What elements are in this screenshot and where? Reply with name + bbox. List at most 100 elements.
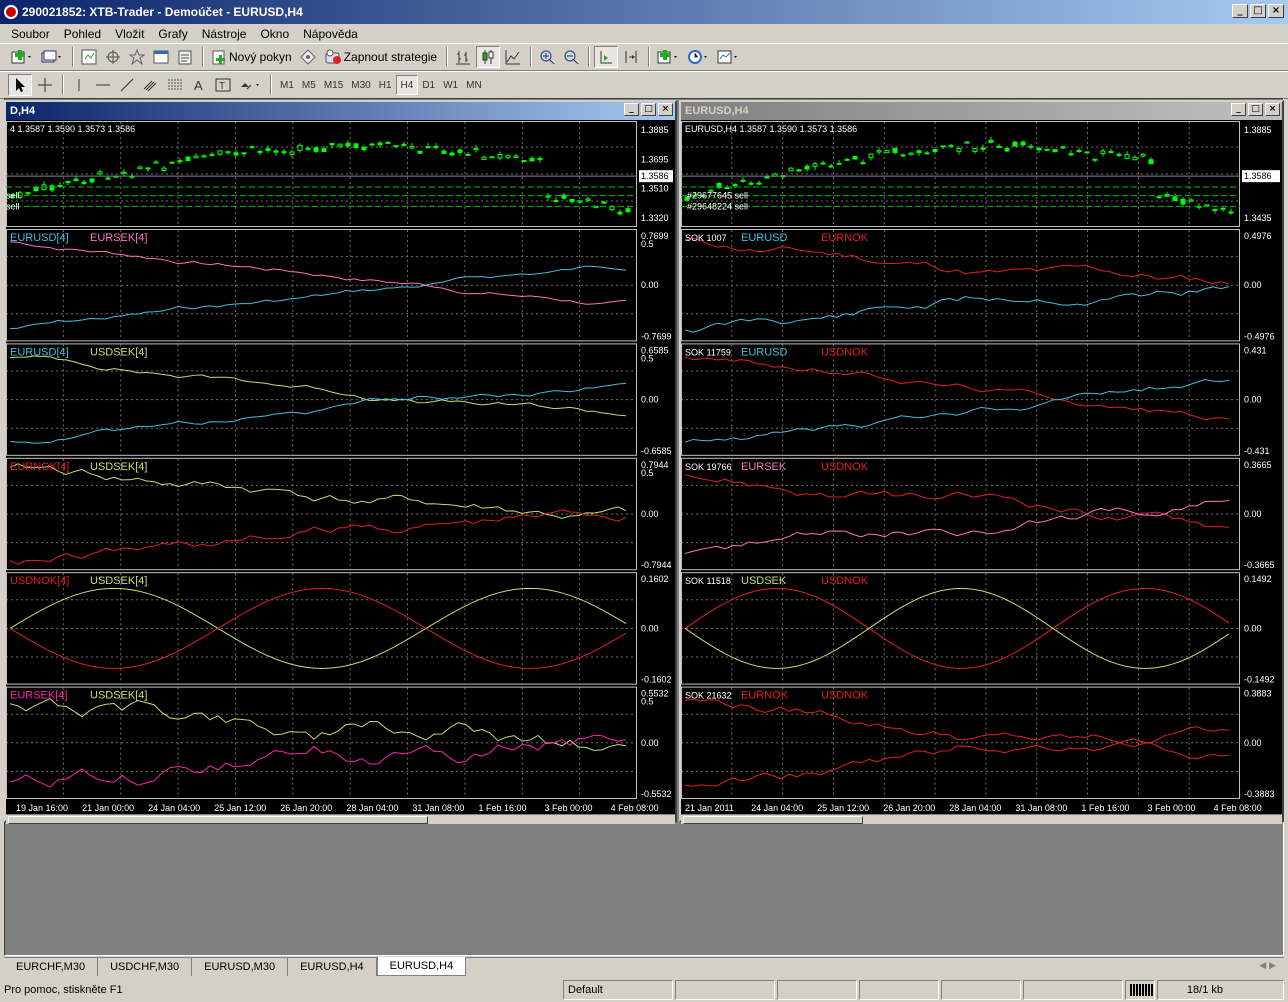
metaeditor-button[interactable]: [297, 46, 319, 68]
timeframe-w1[interactable]: W1: [439, 75, 462, 95]
timeframe-m15[interactable]: M15: [320, 75, 347, 95]
candle-body: [81, 181, 87, 184]
zoom-in-button[interactable]: [536, 46, 558, 68]
tab-eurusd-h4[interactable]: EURUSD,H4: [288, 958, 377, 976]
right-maximize-button[interactable]: □: [1248, 103, 1263, 116]
line-chart-button[interactable]: [502, 46, 524, 68]
crosshair-tool-button[interactable]: [34, 74, 56, 96]
cursor-tool-button[interactable]: [8, 74, 32, 96]
subwindow-label: USDSEK[4]: [90, 461, 147, 473]
tab-eurusd-h4-active[interactable]: EURUSD,H4: [376, 957, 467, 976]
chart-window-right-titlebar[interactable]: EURUSD,H4 _ □ ×: [681, 102, 1282, 120]
time-tick: 28 Jan 04:00: [949, 803, 1001, 813]
chart-shift-button[interactable]: [620, 46, 642, 68]
candle-body: [401, 143, 407, 146]
left-close-button[interactable]: ×: [658, 103, 673, 116]
candle-body: [1124, 154, 1130, 159]
close-button[interactable]: ×: [1268, 4, 1284, 18]
bar-chart-button[interactable]: [452, 46, 474, 68]
timeframe-mn[interactable]: MN: [462, 75, 486, 95]
arrows-icon: [241, 83, 259, 90]
right-hscroll[interactable]: [681, 814, 1282, 824]
navigator-button[interactable]: [102, 46, 124, 68]
indicator-line-1-a: [684, 286, 1230, 333]
time-tick: 26 Jan 20:00: [280, 803, 332, 813]
timeframe-h4[interactable]: H4: [395, 75, 419, 95]
subwindow-label: USDNOK: [821, 575, 869, 587]
menu-nastroje[interactable]: Nástroje: [195, 27, 254, 41]
periods-button[interactable]: [684, 46, 712, 68]
bar-chart-icon: [456, 51, 471, 65]
drawing-toolbar: A T M1 M5 M15 M30 H1 H4 D1 W1 MN: [0, 71, 1288, 99]
candle-body: [49, 185, 55, 191]
arrow-cursor-icon: [16, 78, 25, 92]
menu-soubor[interactable]: Soubor: [4, 27, 57, 41]
left-hscroll-thumb[interactable]: [8, 816, 428, 824]
tab-eurchf-m30[interactable]: EURCHF,M30: [4, 958, 99, 976]
vertical-line-button[interactable]: [68, 74, 90, 96]
timeframe-d1[interactable]: D1: [418, 75, 439, 95]
maximize-button[interactable]: □: [1250, 4, 1266, 18]
fibonacci-button[interactable]: [164, 74, 186, 96]
autoscroll-button[interactable]: [594, 46, 619, 68]
pane-border: [681, 343, 1240, 456]
minimize-button[interactable]: _: [1232, 4, 1248, 18]
tester-button[interactable]: [174, 46, 196, 68]
menu-pohled[interactable]: Pohled: [57, 27, 108, 41]
candle-body: [33, 187, 39, 192]
text-label-button[interactable]: T: [212, 74, 234, 96]
chart-window-left-titlebar[interactable]: D,H4 _ □ ×: [6, 102, 675, 120]
price-tick: 1.3695: [641, 154, 669, 164]
indicators-button[interactable]: [654, 46, 682, 68]
chart-canvas-left[interactable]: 4 1.3587 1.3590 1.3573 1.3586 sell sell 1.3…: [6, 120, 675, 814]
chart-canvas-right[interactable]: EURUSD,H4 1.3587 1.3590 1.3573 1.3586 #29…: [681, 120, 1282, 814]
candle-body: [1092, 158, 1098, 161]
tab-usdchf-m30[interactable]: USDCHF,M30: [98, 958, 193, 976]
candlestick-button[interactable]: [476, 46, 501, 68]
menu-napoveda[interactable]: Nápověda: [296, 27, 365, 41]
candle-body: [1212, 208, 1218, 211]
order-label: #29648224 sell: [687, 201, 748, 211]
templates-button[interactable]: [714, 46, 742, 68]
arrows-button[interactable]: [236, 74, 264, 96]
candle-body: [1068, 153, 1074, 156]
new-order-button[interactable]: Nový pokyn: [208, 46, 295, 68]
right-minimize-button[interactable]: _: [1231, 103, 1246, 116]
text-tool-button[interactable]: A: [188, 74, 210, 96]
candle-body: [996, 145, 1002, 148]
right-close-button[interactable]: ×: [1265, 103, 1280, 116]
terminal-button[interactable]: [150, 46, 172, 68]
menu-vlozit[interactable]: Vložit: [108, 27, 151, 41]
candle-body: [361, 146, 367, 151]
toggle-strategies-button[interactable]: Zapnout strategie: [321, 46, 440, 68]
equidistant-channel-button[interactable]: [140, 74, 162, 96]
candle-body: [217, 150, 223, 155]
menu-okno[interactable]: Okno: [253, 27, 296, 41]
subwindow-label: EURUSD[4]: [10, 232, 69, 244]
indicator-scale-tick: 0.3665: [1244, 460, 1272, 470]
horizontal-line-button[interactable]: [92, 74, 114, 96]
timeframe-m30[interactable]: M30: [347, 75, 374, 95]
profiles-button[interactable]: [38, 46, 66, 68]
candle-body: [529, 157, 535, 162]
timeframe-h1[interactable]: H1: [375, 75, 396, 95]
chart-window-right-title: EURUSD,H4: [685, 105, 749, 117]
tab-eurusd-m30[interactable]: EURUSD,M30: [192, 958, 289, 976]
left-maximize-button[interactable]: □: [641, 103, 656, 116]
right-hscroll-thumb[interactable]: [683, 816, 863, 824]
menu-grafy[interactable]: Grafy: [151, 27, 194, 41]
candle-body: [1188, 199, 1194, 202]
subwindow-label: USDNOK: [821, 690, 869, 702]
timeframe-m1[interactable]: M1: [276, 75, 298, 95]
candle-body: [537, 157, 543, 160]
trendline-button[interactable]: [116, 74, 138, 96]
market-watch-button[interactable]: [78, 46, 100, 68]
zoom-out-button[interactable]: [560, 46, 582, 68]
left-minimize-button[interactable]: _: [624, 103, 639, 116]
tab-scroll-arrows[interactable]: ◀ ▶: [1259, 961, 1276, 971]
timeframe-m5[interactable]: M5: [298, 75, 320, 95]
subwindow-label: USDSEK: [741, 575, 787, 587]
left-hscroll[interactable]: [6, 814, 675, 824]
new-chart-button[interactable]: [8, 46, 36, 68]
favorites-button[interactable]: [126, 46, 148, 68]
